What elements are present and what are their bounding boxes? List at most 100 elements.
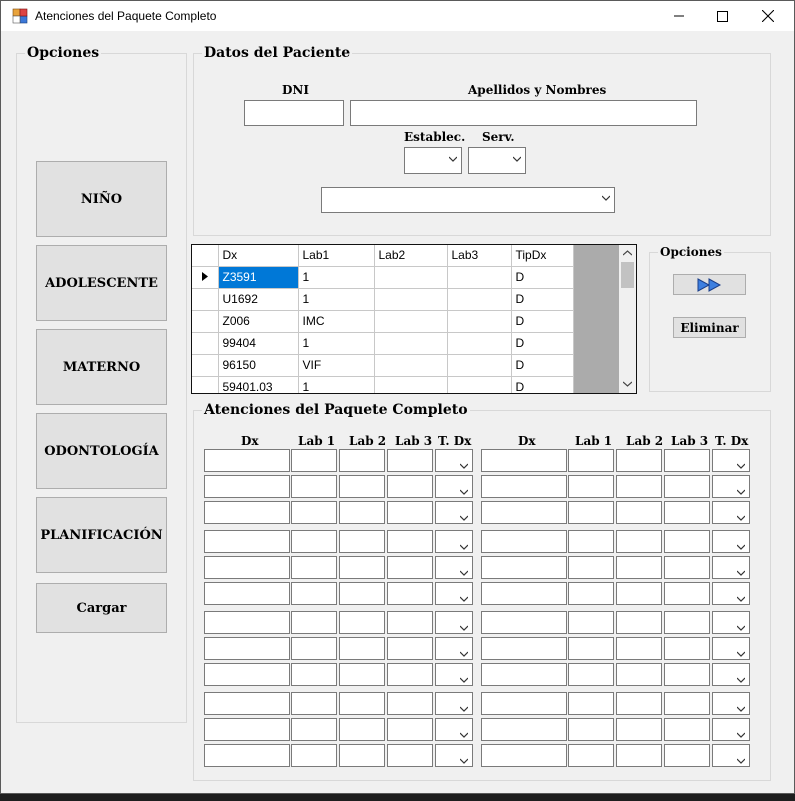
tdx-select[interactable] [712,611,750,634]
lab1-field[interactable] [291,744,337,767]
tdx-select[interactable] [712,582,750,605]
dx-field[interactable] [481,556,567,579]
column-header[interactable]: Lab1 [298,245,375,267]
dx-field[interactable] [204,637,290,660]
lab3-field[interactable] [387,501,433,524]
nino-button[interactable]: NIÑO [36,161,167,237]
lab1-field[interactable] [568,692,614,715]
establec-select[interactable] [404,147,462,174]
lab2-field[interactable] [616,611,662,634]
lab3-field[interactable] [387,692,433,715]
lab2-field[interactable] [616,582,662,605]
table-cell[interactable]: D [511,332,574,355]
lab2-field[interactable] [616,530,662,553]
forward-button[interactable] [673,274,746,295]
lab2-field[interactable] [339,744,385,767]
tdx-select[interactable] [435,692,473,715]
lab3-field[interactable] [664,582,710,605]
dx-field[interactable] [204,556,290,579]
lab3-field[interactable] [387,718,433,741]
tdx-select[interactable] [712,530,750,553]
tdx-select[interactable] [435,611,473,634]
lab1-field[interactable] [568,501,614,524]
lab1-field[interactable] [568,530,614,553]
dni-field[interactable] [244,100,344,126]
lab1-field[interactable] [568,556,614,579]
minimize-icon[interactable] [656,1,702,31]
dx-field[interactable] [481,582,567,605]
table-cell[interactable]: D [511,310,574,333]
lab1-field[interactable] [568,582,614,605]
adolescente-button[interactable]: ADOLESCENTE [36,245,167,321]
table-cell[interactable]: D [511,376,574,393]
tdx-select[interactable] [712,449,750,472]
lab3-field[interactable] [664,718,710,741]
column-header[interactable]: Dx [218,245,299,267]
lab1-field[interactable] [291,582,337,605]
lab3-field[interactable] [664,501,710,524]
diagnosis-grid[interactable]: Dx Lab1 Lab2 Lab3 TipDx Z3591 1 D U1692 … [191,244,637,394]
tdx-select[interactable] [435,475,473,498]
lab3-field[interactable] [387,744,433,767]
tdx-select[interactable] [435,449,473,472]
tdx-select[interactable] [435,530,473,553]
table-cell[interactable]: VIF [298,354,375,377]
tdx-select[interactable] [712,692,750,715]
lab3-field[interactable] [387,449,433,472]
tdx-select[interactable] [712,744,750,767]
dx-field[interactable] [204,663,290,686]
tdx-select[interactable] [712,556,750,579]
lab2-field[interactable] [339,611,385,634]
tdx-select[interactable] [435,637,473,660]
dx-field[interactable] [481,637,567,660]
dx-field[interactable] [204,449,290,472]
table-row[interactable]: Z3591 1 D [192,266,574,289]
table-row[interactable]: Z006 IMC D [192,310,574,333]
tdx-select[interactable] [435,744,473,767]
tdx-select[interactable] [435,582,473,605]
lab2-field[interactable] [339,637,385,660]
dx-field[interactable] [481,449,567,472]
column-header[interactable]: Lab2 [374,245,448,267]
lab1-field[interactable] [568,663,614,686]
lab1-field[interactable] [568,449,614,472]
lab1-field[interactable] [568,611,614,634]
lab2-field[interactable] [339,663,385,686]
lab2-field[interactable] [616,718,662,741]
tdx-select[interactable] [435,663,473,686]
table-cell[interactable] [374,288,448,311]
lab1-field[interactable] [291,637,337,660]
table-cell[interactable]: Z006 [218,310,299,333]
scroll-up-icon[interactable] [623,250,632,256]
lab1-field[interactable] [291,449,337,472]
lab3-field[interactable] [387,663,433,686]
lab1-field[interactable] [291,475,337,498]
lab1-field[interactable] [568,718,614,741]
table-row[interactable]: 96150 VIF D [192,354,574,377]
tdx-select[interactable] [712,663,750,686]
lab2-field[interactable] [339,582,385,605]
lab1-field[interactable] [291,501,337,524]
lab3-field[interactable] [664,744,710,767]
lab2-field[interactable] [616,692,662,715]
table-cell[interactable] [447,288,512,311]
table-cell[interactable]: D [511,266,574,289]
name-field[interactable] [350,100,697,126]
dx-field[interactable] [481,663,567,686]
lab1-field[interactable] [291,611,337,634]
lab1-field[interactable] [568,637,614,660]
lab1-field[interactable] [291,692,337,715]
lab2-field[interactable] [339,501,385,524]
lab1-field[interactable] [568,744,614,767]
lab3-field[interactable] [664,692,710,715]
table-cell[interactable] [374,266,448,289]
dx-field[interactable] [204,530,290,553]
lab1-field[interactable] [291,556,337,579]
lab3-field[interactable] [387,637,433,660]
lab3-field[interactable] [664,449,710,472]
dx-field[interactable] [481,501,567,524]
scroll-thumb[interactable] [621,262,634,288]
dx-field[interactable] [204,692,290,715]
table-cell[interactable]: IMC [298,310,375,333]
lab2-field[interactable] [616,501,662,524]
